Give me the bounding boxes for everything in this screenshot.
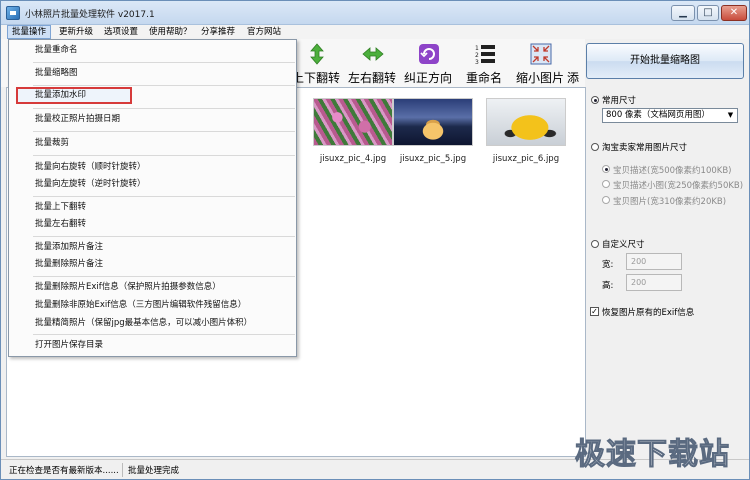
svg-text:2: 2 [475, 52, 479, 59]
custom-size-label: 自定义尺寸 [602, 240, 645, 250]
thumbnail-image [313, 98, 393, 146]
thumbnail-item[interactable]: jisuxz_pic_6.jpg [486, 98, 566, 164]
menu-item-batch-fix-date[interactable]: 批量校正照片拍摄日期 [10, 111, 295, 128]
menu-item-batch-rename[interactable]: 批量重命名 [10, 42, 295, 59]
settings-panel: 开始批量缩略图 常用尺寸 800 像素（文档网页用图） ▼ 淘宝卖家常用图片尺寸… [586, 39, 749, 457]
menu-item-batch-crop[interactable]: 批量裁剪 [10, 135, 295, 152]
menu-item-slim-photos[interactable]: 批量精简照片（保留jpg最基本信息，可以减小图片体积） [10, 315, 295, 332]
menu-item-open-save-folder[interactable]: 打开图片保存目录 [10, 337, 295, 354]
flip-vertical-icon [310, 43, 324, 65]
taobao-size-radio[interactable] [591, 143, 599, 151]
site-watermark: 极速下载站 [575, 437, 730, 473]
menu-item-flip-horizontal[interactable]: 批量左右翻转 [10, 216, 295, 233]
status-processing: 批量处理完成 [128, 466, 180, 476]
thumbnail-filename: jisuxz_pic_5.jpg [399, 154, 467, 164]
taobao-size-label: 淘宝卖家常用图片尺寸 [602, 143, 688, 153]
common-size-select[interactable]: 800 像素（文档网页用图） ▼ [602, 108, 738, 123]
svg-text:1: 1 [475, 45, 479, 52]
menu-separator [33, 85, 295, 86]
common-size-label: 常用尺寸 [602, 96, 637, 106]
tool-label: 添 [567, 71, 580, 85]
thumbnail-item[interactable]: jisuxz_pic_5.jpg [393, 98, 473, 164]
rotate-correct-icon [419, 44, 439, 64]
batch-operations-menu: 批量重命名 批量缩略图 批量添加水印 批量校正照片拍摄日期 批量裁剪 批量向右旋… [8, 39, 297, 357]
more-tool-button[interactable]: 添 [565, 41, 585, 85]
menu-item-batch-thumbnail[interactable]: 批量缩略图 [10, 65, 295, 82]
thumbnail-filename: jisuxz_pic_6.jpg [492, 154, 560, 164]
svg-text:3: 3 [475, 59, 479, 65]
taobao-option-label: 宝贝描述(宽500像素约100KB) [613, 166, 732, 176]
menu-item-delete-note[interactable]: 批量删除照片备注 [10, 256, 295, 273]
menu-separator [33, 155, 295, 156]
taobao-option-label: 宝贝描述小图(宽250像素约50KB) [613, 181, 744, 191]
menu-separator [33, 236, 295, 237]
menu-item-rotate-right[interactable]: 批量向右旋转（顺时针旋转） [10, 159, 295, 176]
menu-separator [33, 196, 295, 197]
flip-horizontal-button[interactable]: 左右翻转 [343, 41, 401, 85]
height-input[interactable]: 200 [626, 274, 682, 291]
taobao-option-radio[interactable] [602, 180, 610, 188]
title-bar: 小林照片批量处理软件 v2017.1 ▁ □ ✕ [1, 1, 749, 25]
menu-item-delete-nonoriginal-exif[interactable]: 批量删除非原始Exif信息（三方图片编辑软件残留信息） [10, 297, 295, 314]
menu-separator [33, 334, 295, 335]
custom-size-radio[interactable] [591, 240, 599, 248]
window-title: 小林照片批量处理软件 v2017.1 [25, 10, 155, 20]
menu-item-batch-watermark[interactable]: 批量添加水印 [16, 87, 132, 104]
menu-share[interactable]: 分享推荐 [197, 25, 239, 39]
width-input[interactable]: 200 [626, 253, 682, 270]
width-label: 宽: [602, 260, 614, 270]
menu-help[interactable]: 使用帮助？ [145, 25, 196, 39]
menu-separator [33, 62, 295, 63]
rename-list-icon: 1 2 3 [475, 45, 495, 65]
menu-batch-operations[interactable]: 批量操作 [7, 25, 52, 39]
app-window: 小林照片批量处理软件 v2017.1 ▁ □ ✕ 批量操作 更新升级 选项设置 … [0, 0, 750, 480]
rotate-correct-button[interactable]: 纠正方向 [399, 41, 457, 85]
thumbnail-image [486, 98, 566, 146]
menu-item-add-note[interactable]: 批量添加照片备注 [10, 239, 295, 256]
tool-label: 缩小图片 [515, 71, 564, 85]
maximize-button[interactable]: □ [697, 5, 719, 21]
thumbnail-image [393, 98, 473, 146]
thumbnail-filename: jisuxz_pic_4.jpg [319, 154, 387, 164]
restore-exif-checkbox[interactable]: ✓ [590, 307, 599, 316]
taobao-option-radio[interactable] [602, 196, 610, 204]
status-separator [122, 463, 123, 477]
menu-item-delete-exif[interactable]: 批量删除照片Exif信息（保护照片拍摄参数信息） [10, 279, 295, 296]
minimize-button[interactable]: ▁ [671, 5, 695, 21]
rename-button[interactable]: 1 2 3 重命名 [455, 41, 513, 85]
menu-website[interactable]: 官方网站 [243, 25, 285, 39]
app-icon [6, 6, 20, 20]
thumbnail-item[interactable]: jisuxz_pic_4.jpg [313, 98, 393, 164]
flip-horizontal-icon [362, 47, 384, 61]
common-size-radio[interactable] [591, 96, 599, 104]
restore-exif-label: 恢复图片原有的Exif信息 [602, 308, 695, 318]
menu-separator [33, 131, 295, 132]
status-update-check: 正在检查是否有最新版本...... [9, 466, 119, 476]
start-batch-thumbnail-button[interactable]: 开始批量缩略图 [586, 43, 744, 79]
menu-update[interactable]: 更新升级 [55, 25, 97, 39]
close-button[interactable]: ✕ [721, 5, 747, 21]
menu-separator [33, 108, 295, 109]
menu-bar: 批量操作 更新升级 选项设置 使用帮助？ 分享推荐 官方网站 [1, 25, 749, 39]
taobao-option-radio[interactable] [602, 165, 610, 173]
menu-options[interactable]: 选项设置 [100, 25, 142, 39]
taobao-option-label: 宝贝图片(宽310像素约20KB) [613, 197, 727, 207]
menu-item-rotate-left[interactable]: 批量向左旋转（逆时针旋转） [10, 176, 295, 193]
shrink-image-button[interactable]: 缩小图片 [511, 41, 569, 85]
height-label: 高: [602, 281, 614, 291]
shrink-image-icon [530, 43, 552, 65]
common-size-value: 800 像素（文档网页用图） [606, 110, 710, 120]
menu-separator [33, 276, 295, 277]
menu-item-flip-vertical[interactable]: 批量上下翻转 [10, 199, 295, 216]
chevron-down-icon: ▼ [727, 111, 734, 119]
